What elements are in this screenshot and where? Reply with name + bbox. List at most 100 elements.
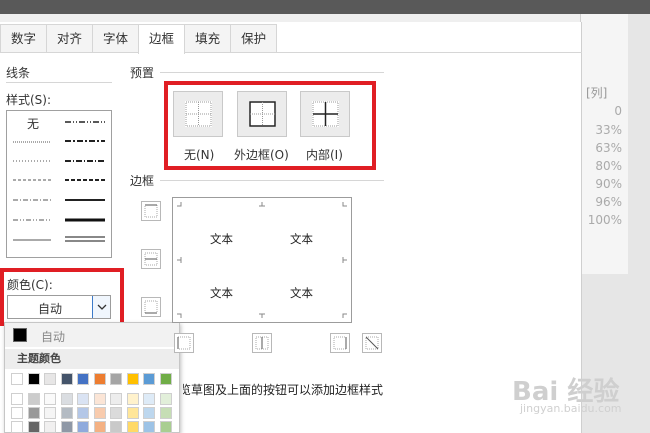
preset-inside-icon [312,101,339,127]
border-middle-vertical-button[interactable] [252,333,272,353]
window-top-bar [0,0,650,14]
line-style-samples[interactable] [7,111,111,257]
theme-color-swatch[interactable] [27,407,40,419]
border-bottom-button[interactable] [141,297,161,317]
theme-color-swatch[interactable] [159,373,172,385]
theme-color-swatch[interactable] [93,407,106,419]
hint-text: 单击预置选项、预览草图及上面的按钮可以添加边框样式。 [183,383,383,397]
sheet-cell: 63% [595,141,622,155]
theme-color-swatch[interactable] [110,393,122,405]
theme-color-swatch[interactable] [143,373,155,385]
preset-outline-icon [249,101,276,127]
color-dropdown[interactable]: 自动 [7,295,111,319]
theme-color-grid[interactable] [11,373,177,433]
dropdown-arrow-button[interactable] [92,296,110,318]
theme-color-swatch[interactable] [93,421,106,433]
preset-outline-label: 外边框(O) [234,148,289,162]
divider [6,82,112,83]
theme-color-swatch[interactable] [44,407,56,419]
theme-color-swatch[interactable] [60,421,73,433]
sheet-cell: 80% [595,159,622,173]
theme-color-swatch[interactable] [126,407,139,419]
tab-number[interactable]: 数字 [0,24,48,52]
line-section-title: 线条 [6,66,31,80]
tab-font[interactable]: 字体 [92,24,140,52]
theme-color-swatch[interactable] [143,407,155,419]
theme-color-swatch[interactable] [159,393,172,405]
divider [160,180,384,181]
preset-section-title: 预置 [130,66,155,80]
theme-color-swatch[interactable] [93,393,106,405]
sheet-cell: 100% [587,213,622,227]
theme-color-swatch[interactable] [126,393,139,405]
chevron-down-icon [97,304,107,310]
theme-color-swatch[interactable] [159,407,172,419]
theme-color-swatch[interactable] [126,373,139,385]
theme-color-swatch[interactable] [77,373,89,385]
theme-color-swatch[interactable] [60,393,73,405]
sheet-column-header: [列] [586,86,608,100]
theme-color-swatch[interactable] [143,421,155,433]
preview-corner-marks [177,202,347,318]
divider [160,72,384,73]
theme-color-swatch[interactable] [60,373,73,385]
line-style-list[interactable]: 无 [6,110,112,258]
border-preview[interactable]: 文本 文本 文本 文本 [172,197,352,323]
tab-underline [0,52,582,53]
theme-color-swatch[interactable] [27,373,40,385]
theme-color-swatch[interactable] [93,373,106,385]
theme-color-swatch[interactable] [143,393,155,405]
border-right-button[interactable] [330,333,350,353]
preview-text: 文本 [210,232,233,246]
preview-text: 文本 [290,232,313,246]
color-picker-popup: 自动 主题颜色 [4,322,180,433]
theme-color-swatch[interactable] [110,421,122,433]
sheet-cell: 96% [595,195,622,209]
tab-protection[interactable]: 保护 [230,24,278,52]
preset-none-button[interactable] [173,91,223,137]
theme-color-swatch[interactable] [77,407,89,419]
color-label: 颜色(C): [7,278,53,292]
theme-color-swatch[interactable] [11,373,23,385]
preset-inside-button[interactable] [300,91,350,137]
border-top-button[interactable] [141,201,161,221]
border-section-title: 边框 [130,174,155,188]
theme-color-swatch[interactable] [11,407,23,419]
theme-color-swatch[interactable] [77,393,89,405]
sheet-cell: 33% [595,123,622,137]
preset-none-label: 无(N) [184,148,215,162]
theme-color-swatch[interactable] [110,373,122,385]
tab-strip: 数字 对齐 字体 边框 填充 保护 [0,24,278,54]
theme-colors-header: 主题颜色 [5,349,179,369]
theme-color-swatch[interactable] [110,407,122,419]
theme-color-swatch[interactable] [11,421,23,433]
theme-color-swatch[interactable] [159,421,172,433]
theme-color-swatch[interactable] [44,373,56,385]
preset-inside-label: 内部(I) [306,148,343,162]
theme-color-swatch[interactable] [44,393,56,405]
theme-color-swatch[interactable] [27,421,40,433]
theme-color-swatch[interactable] [27,393,40,405]
theme-color-swatch[interactable] [44,421,56,433]
theme-color-swatch[interactable] [11,393,23,405]
automatic-color-option[interactable]: 自动 [5,323,179,347]
tab-alignment[interactable]: 对齐 [46,24,94,52]
preview-text: 文本 [210,286,233,300]
preset-outline-button[interactable] [237,91,287,137]
color-selected-value: 自动 [38,302,63,316]
border-diagonal-button[interactable] [362,333,382,353]
theme-color-swatch[interactable] [126,421,139,433]
automatic-swatch [13,328,27,342]
border-middle-horizontal-button[interactable] [141,249,161,269]
watermark-url: jingyan.baidu.com [520,402,622,415]
excel-format-cells-screenshot: [列] 0 33% 63% 80% 90% 96% 100% 数字 对齐 字体 … [0,0,650,433]
sheet-cell: 0 [614,104,622,118]
border-left-button[interactable] [174,333,194,353]
tab-fill[interactable]: 填充 [184,24,232,52]
tab-border[interactable]: 边框 [138,24,186,54]
theme-color-swatch[interactable] [77,421,89,433]
preview-text: 文本 [290,286,313,300]
style-label: 样式(S): [6,93,52,107]
theme-color-swatch[interactable] [60,407,73,419]
preset-none-icon [185,101,212,127]
